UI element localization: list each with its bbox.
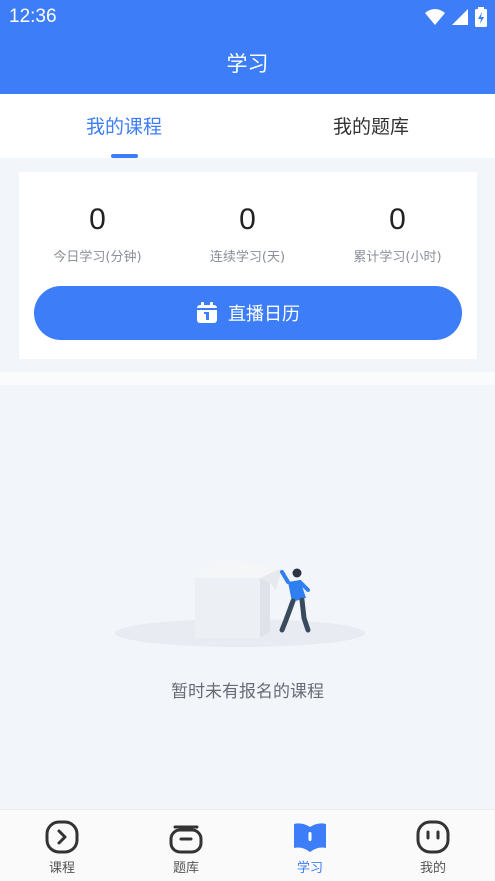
- status-time: 12:36: [9, 6, 57, 27]
- study-stats-card: 0 今日学习(分钟) 0 连续学习(天) 0 累计学习(小时) 直播日历: [19, 172, 477, 359]
- stat-label: 今日学习(分钟): [53, 250, 142, 265]
- stat-label: 累计学习(小时): [353, 250, 442, 265]
- calendar-icon: [197, 302, 217, 323]
- nav-item-profile[interactable]: 我的: [371, 810, 495, 881]
- empty-state-message: 暂时未有报名的课程: [171, 682, 324, 702]
- app-header: 12:36 学习: [0, 0, 495, 94]
- stat-value: 0: [89, 203, 106, 236]
- tab-my-courses[interactable]: 我的课程: [0, 94, 248, 158]
- course-play-icon: [45, 820, 79, 854]
- question-bank-icon: [169, 825, 203, 854]
- nav-label: 课程: [48, 861, 75, 876]
- live-calendar-button[interactable]: 直播日历: [34, 286, 462, 340]
- study-book-icon: [294, 823, 326, 852]
- battery-icon: [475, 7, 487, 27]
- nav-label: 题库: [172, 861, 199, 876]
- signal-icon: [452, 9, 468, 25]
- stat-streak: 0 连续学习(天): [171, 200, 324, 265]
- live-calendar-label: 直播日历: [228, 304, 300, 325]
- profile-face-icon: [416, 820, 450, 854]
- nav-item-study[interactable]: 学习: [248, 810, 372, 881]
- nav-label: 学习: [296, 861, 323, 876]
- tab-bar: 我的课程 我的题库: [0, 94, 495, 158]
- stat-value: 0: [389, 203, 406, 236]
- wifi-icon: [425, 9, 445, 25]
- bottom-nav: 课程 题库 学习 我的: [0, 809, 495, 881]
- status-icons: [425, 6, 487, 28]
- nav-item-courses[interactable]: 课程: [0, 810, 124, 881]
- empty-state: 暂时未有报名的课程: [0, 385, 495, 809]
- section-divider: [0, 372, 495, 385]
- empty-box-person-illustration: [115, 560, 365, 647]
- stat-today: 0 今日学习(分钟): [21, 200, 174, 265]
- nav-item-question-bank[interactable]: 题库: [124, 810, 248, 881]
- stat-total: 0 累计学习(小时): [321, 200, 474, 265]
- nav-label: 我的: [419, 861, 446, 876]
- stat-value: 0: [239, 203, 256, 236]
- tab-my-question-bank[interactable]: 我的题库: [247, 94, 495, 158]
- status-bar: 12:36: [0, 0, 495, 34]
- stat-label: 连续学习(天): [209, 250, 286, 265]
- tab-active-indicator: [111, 154, 138, 158]
- page-title: 学习: [226, 52, 269, 76]
